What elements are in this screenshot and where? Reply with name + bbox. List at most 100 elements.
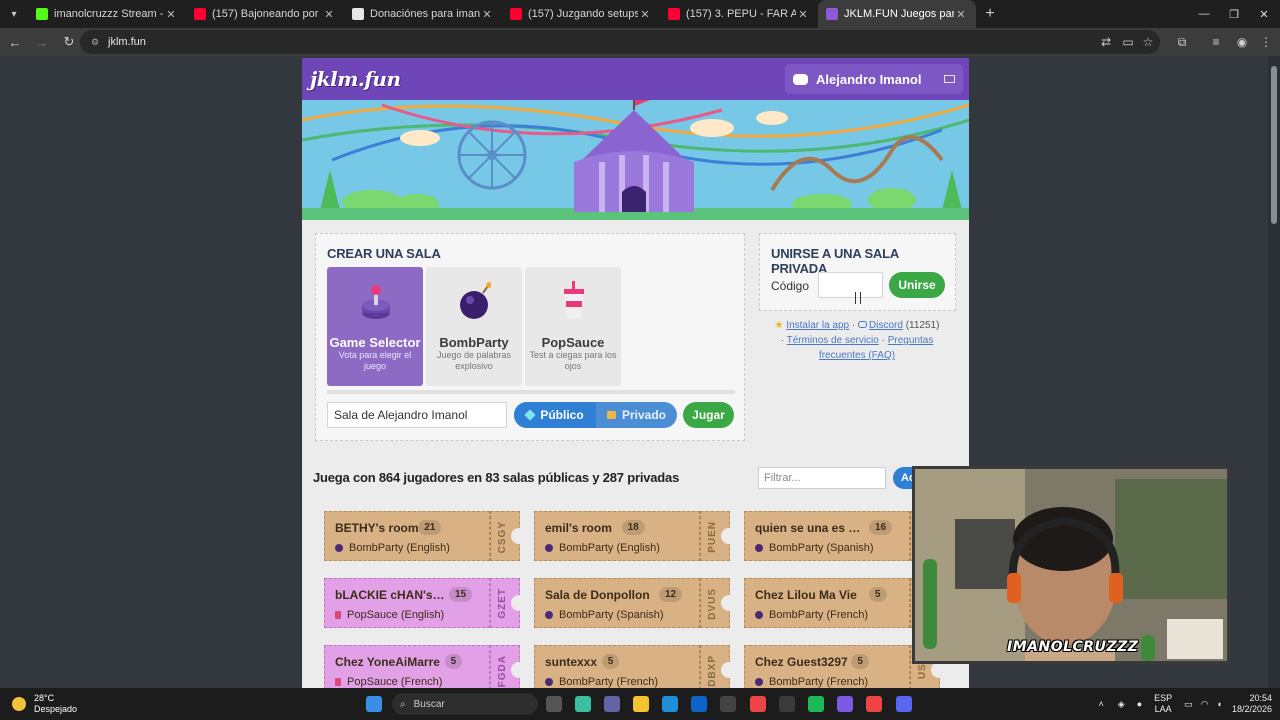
edge-icon[interactable]: [662, 696, 678, 712]
restore-icon[interactable]: ❐: [1218, 0, 1250, 28]
bookmark-star-icon[interactable]: ☆: [1140, 34, 1156, 50]
game-option-game-selector[interactable]: Game Selector Vota para elegir el juego: [327, 267, 423, 386]
file-explorer-icon[interactable]: [633, 696, 649, 712]
chrome-active-icon[interactable]: [866, 696, 882, 712]
minimize-icon[interactable]: —: [1188, 0, 1220, 28]
browser-tab[interactable]: (157) Bajoneando por hay - You✕: [186, 0, 344, 28]
tab-close-icon[interactable]: ✕: [480, 8, 494, 21]
tab-close-icon[interactable]: ✕: [954, 8, 968, 21]
profile-card-icon[interactable]: [944, 75, 955, 83]
tab-title: (157) 3. PEPU - FAR AWAY (Vide: [686, 8, 796, 20]
taskbar-search[interactable]: ⌕ Buscar: [392, 693, 538, 715]
scrollbar[interactable]: [1268, 56, 1280, 688]
game-option-bombparty[interactable]: BombParty Juego de palabras explosivo: [426, 267, 522, 386]
room-ticket-body: Sala de Donpollon 12 BombParty (Spanish): [534, 578, 700, 628]
mic-icon[interactable]: ●: [1137, 699, 1142, 709]
terms-link[interactable]: Términos de servicio: [787, 335, 879, 346]
join-button[interactable]: Unirse: [889, 272, 945, 298]
search-icon: ⌕: [400, 698, 406, 710]
browser-tab[interactable]: (157) 3. PEPU - FAR AWAY (Vide✕: [660, 0, 818, 28]
ticket-notch: [721, 662, 737, 678]
tab-close-icon[interactable]: ✕: [322, 8, 336, 21]
address-bar[interactable]: ⚙ jklm.fun: [80, 30, 1160, 54]
reload-icon[interactable]: ↻: [57, 30, 81, 54]
clock[interactable]: 20:54 18/2/2026: [1232, 693, 1272, 715]
discord-taskbar-icon[interactable]: [896, 696, 912, 712]
game-option-popsauce[interactable]: PopSauce Test a ciegas para los ojos: [525, 267, 621, 386]
tab-close-icon[interactable]: ✕: [164, 8, 178, 21]
translate-icon[interactable]: ⇄: [1098, 34, 1114, 50]
joystick-icon: [362, 285, 390, 319]
room-ticket[interactable]: Chez Guest3297 5 BombParty (French) USB: [744, 645, 947, 688]
media-app-icon[interactable]: [837, 696, 853, 712]
cast-icon[interactable]: ▭: [1120, 34, 1136, 50]
chrome-icon[interactable]: [750, 696, 766, 712]
tab-search-icon[interactable]: ▾: [0, 0, 28, 28]
extensions-icon[interactable]: ⧉: [1174, 34, 1190, 50]
menu-icon[interactable]: ⋮: [1258, 34, 1274, 50]
room-ticket[interactable]: suntexxx 5 BombParty (French) DBXP: [534, 645, 737, 688]
room-ticket[interactable]: BETHY's room 21 BombParty (English) CSGY: [324, 511, 527, 561]
browser-tab[interactable]: (157) Juzgando setups de strea✕: [502, 0, 660, 28]
scrollbar-thumb[interactable]: [1271, 66, 1277, 224]
site-info-icon[interactable]: ⚙: [88, 35, 102, 49]
visibility-toggle[interactable]: Público Privado: [514, 402, 677, 428]
play-button[interactable]: Jugar: [683, 402, 734, 428]
browser-tab[interactable]: imanolcruzzz Stream - Watch Li✕: [28, 0, 186, 28]
discord-link[interactable]: Discord: [869, 320, 903, 331]
room-ticket[interactable]: Chez YoneAiMarre 5 PopSauce (French) FGDA: [324, 645, 527, 688]
ticket-notch: [511, 528, 527, 544]
browser-toolbar: ← → ↻ ⚙ jklm.fun ⇄ ▭ ☆ ⧉ ≡ ◉ ⋮: [0, 28, 1280, 56]
spotify-icon[interactable]: [808, 696, 824, 712]
tab-close-icon[interactable]: ✕: [796, 8, 810, 21]
ticket-notch: [931, 662, 947, 678]
room-code-input[interactable]: [818, 272, 883, 298]
room-name: Chez Lilou Ma Vie: [755, 588, 857, 602]
close-window-icon[interactable]: ✕: [1248, 0, 1280, 28]
private-option[interactable]: Privado: [596, 402, 677, 428]
app-icon[interactable]: [779, 696, 795, 712]
tab-close-icon[interactable]: ✕: [638, 8, 652, 21]
room-ticket[interactable]: bLACKIE cHAN's r... 15 PopSauce (English) G…: [324, 578, 527, 628]
start-icon[interactable]: [366, 696, 382, 712]
display-icon[interactable]: ▭: [1184, 699, 1193, 710]
network-icon[interactable]: ◈: [1118, 699, 1125, 710]
room-ticket[interactable]: Chez Lilou Ma Vie 5 BombParty (French): [744, 578, 947, 628]
task-view-icon[interactable]: [546, 696, 562, 712]
profile-icon[interactable]: ◉: [1234, 34, 1250, 50]
user-menu[interactable]: Alejandro Imanol: [785, 64, 963, 94]
store-icon[interactable]: [720, 696, 736, 712]
room-game: BombParty (French): [755, 676, 868, 688]
lang-top: ESP: [1154, 693, 1173, 703]
room-ticket-stub: FGDA: [490, 645, 527, 688]
room-ticket[interactable]: quien se una es gei 16 BombParty (Spanish): [744, 511, 947, 561]
room-ticket[interactable]: emil's room 18 BombParty (English) PUEN: [534, 511, 737, 561]
public-option[interactable]: Público: [514, 402, 596, 428]
room-name: Chez Guest3297: [755, 655, 848, 669]
tray-chevron-icon[interactable]: ˄: [1099, 699, 1104, 709]
teams-icon[interactable]: [604, 696, 620, 712]
browser-tab[interactable]: Donaciónes para imanolcruzzz✕: [344, 0, 502, 28]
tab-title: imanolcruzzz Stream - Watch Li: [54, 8, 164, 20]
tab-favicon-icon: [352, 8, 364, 20]
weather-widget[interactable]: 28°C Despejado: [12, 693, 77, 715]
outlook-icon[interactable]: [691, 696, 707, 712]
bomb-icon: [545, 678, 553, 686]
room-game-label: BombParty (Spanish): [559, 609, 664, 621]
room-player-count: 16: [869, 520, 893, 535]
new-tab-button[interactable]: +: [976, 5, 1004, 23]
media-icon[interactable]: ≡: [1208, 34, 1224, 50]
volume-icon[interactable]: ◖: [1217, 699, 1222, 709]
copilot-icon[interactable]: [575, 696, 591, 712]
browser-tab[interactable]: JKLM.FUN Juegos para fiestas e✕: [818, 0, 976, 28]
forward-icon[interactable]: →: [30, 30, 54, 54]
filter-input[interactable]: [758, 467, 886, 489]
language-indicator[interactable]: ESP LAA: [1154, 693, 1172, 715]
install-app-link[interactable]: Instalar la app: [786, 320, 849, 331]
back-icon[interactable]: ←: [3, 30, 27, 54]
code-label: Código: [771, 279, 810, 293]
wifi-icon[interactable]: ◠: [1201, 699, 1209, 710]
room-ticket[interactable]: Sala de Donpollon 12 BombParty (Spanish) DV…: [534, 578, 737, 628]
room-name-input[interactable]: [327, 402, 507, 428]
site-logo[interactable]: jklm.fun: [310, 67, 401, 91]
